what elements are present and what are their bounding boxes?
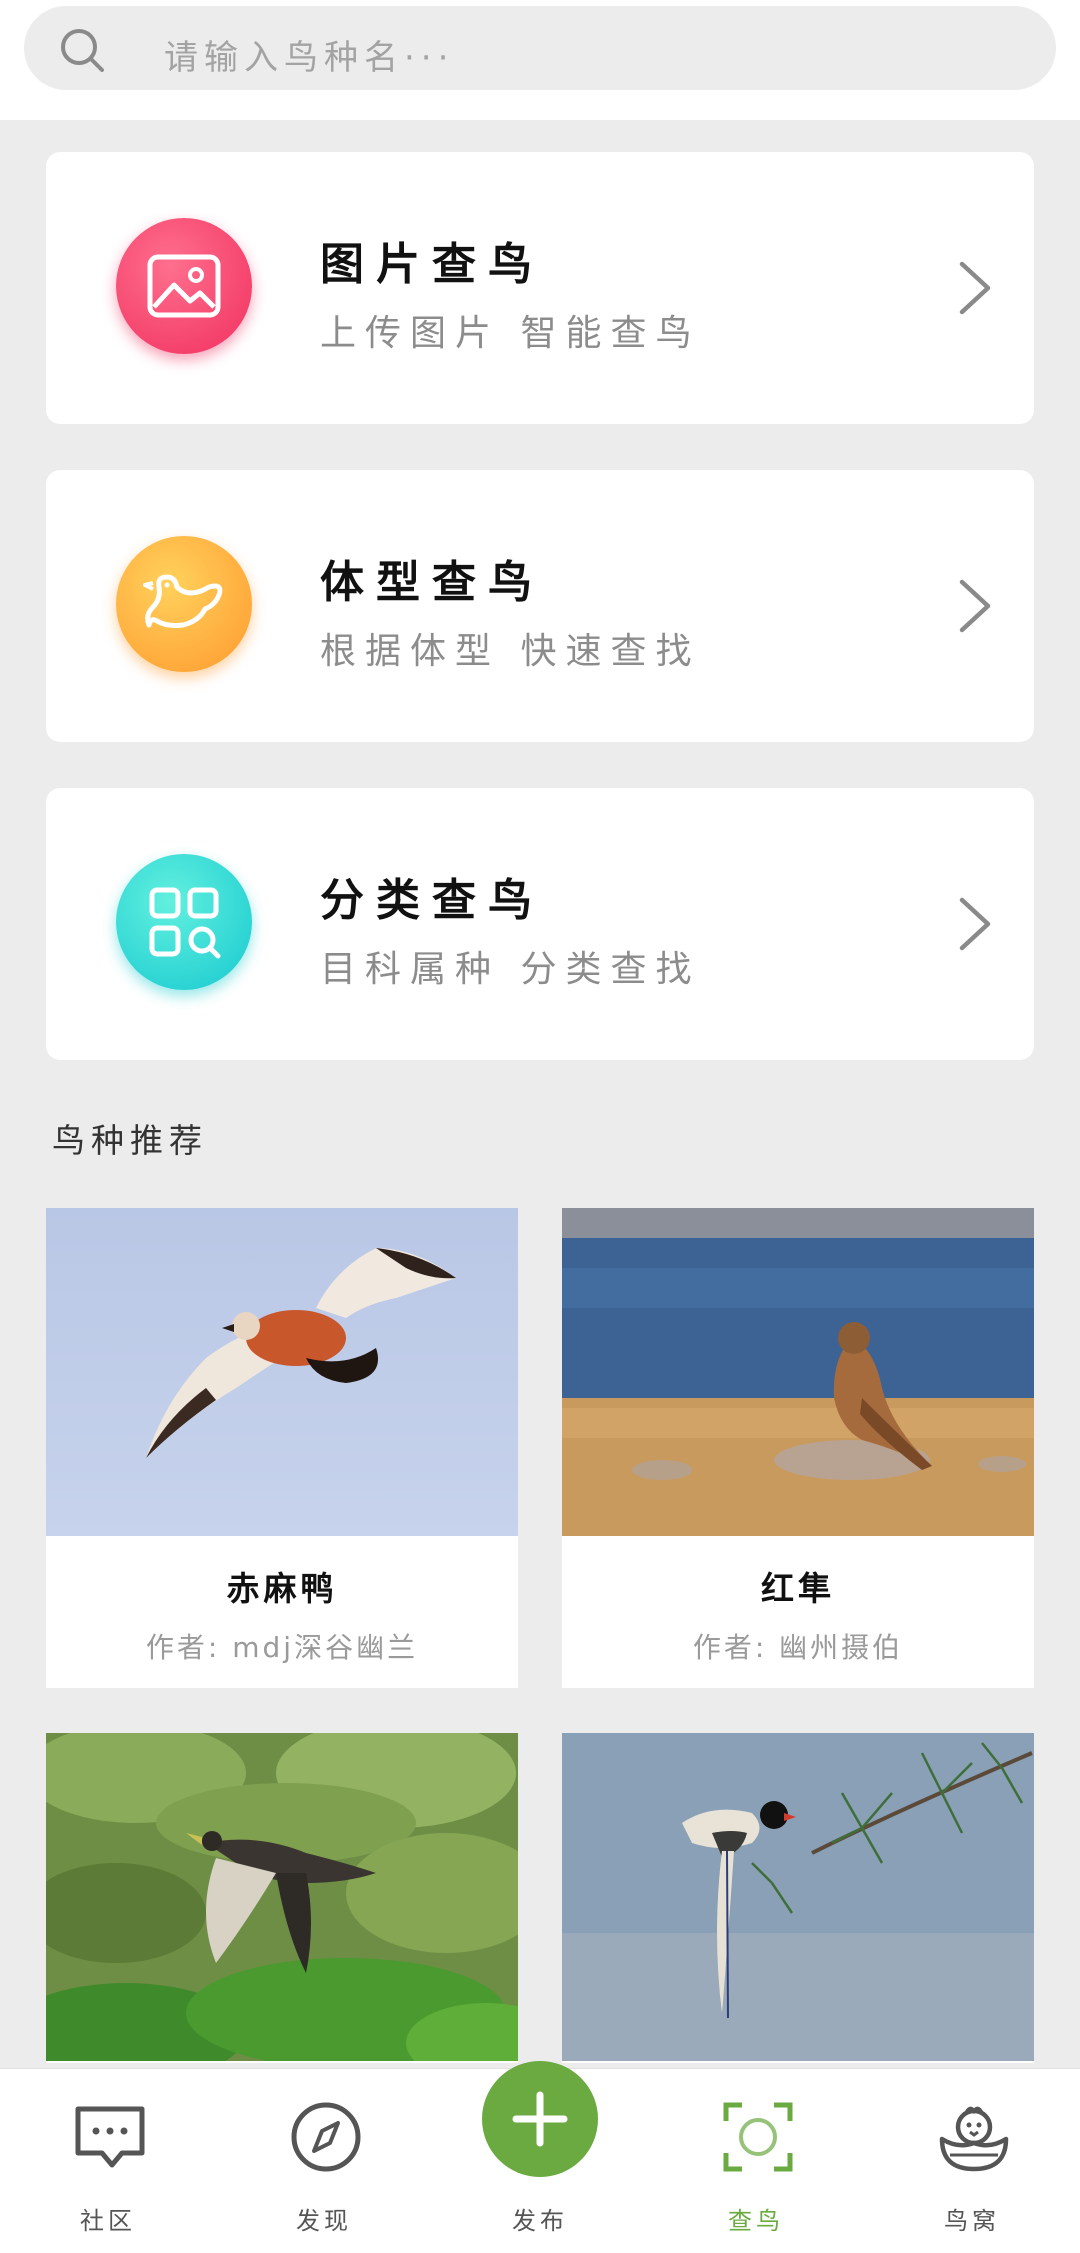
chevron-right-icon [959,579,991,633]
nav-label: 查鸟 [728,2207,784,2235]
nav-item-discover[interactable]: 发现 [216,2069,432,2253]
bird-name: 红隼 [761,1569,835,1608]
shape-lookup-card[interactable]: 体型查鸟 根据体型 快速查找 [46,470,1034,742]
bird-lookup-page: 请输入鸟种名··· 图片查鸟 上传图片 智能查鸟 体型查鸟 根据体型 快速查找 [0,0,1080,2253]
section-title-recommend: 鸟种推荐 [52,1121,208,1160]
category-grid-icon [116,854,252,990]
publish-button[interactable] [482,2061,598,2177]
card-subtitle: 目科属种 分类查找 [320,949,701,990]
bird-author: 作者: mdj深谷幽兰 [145,1631,419,1664]
category-lookup-card[interactable]: 分类查鸟 目科属种 分类查找 [46,788,1034,1060]
image-lookup-card[interactable]: 图片查鸟 上传图片 智能查鸟 [46,152,1034,424]
bird-nest-icon [939,2106,1009,2172]
bird-card[interactable]: 赤麻鸭 作者: mdj深谷幽兰 [46,1208,518,1688]
search-header: 请输入鸟种名··· [0,0,1080,120]
scan-icon [723,2102,793,2172]
nav-item-nest[interactable]: 鸟窝 [864,2069,1080,2253]
nav-label: 社区 [80,2207,136,2235]
nav-label: 鸟窝 [944,2207,1000,2235]
bird-photo [46,1208,518,1536]
image-icon [116,218,252,354]
nav-label: 发现 [296,2207,352,2235]
search-icon [61,29,104,72]
plus-icon [512,2091,568,2147]
chevron-right-icon [959,261,991,315]
nav-item-lookup[interactable]: 查鸟 [648,2069,864,2253]
bird-photo [562,1733,1034,2061]
bird-card[interactable]: 红隼 作者: 幽州摄伯 [562,1208,1034,1688]
nav-label: 发布 [512,2207,568,2235]
community-chat-icon [75,2106,145,2168]
card-title: 图片查鸟 [320,239,544,290]
bottom-nav: 社区 发现 发布 查鸟 鸟窝 [0,2061,1080,2253]
compass-icon [291,2102,361,2172]
nav-item-publish[interactable]: 发布 [432,2061,648,2253]
bird-author: 作者: 幽州摄伯 [692,1631,904,1664]
bird-name: 赤麻鸭 [226,1569,338,1608]
search-input[interactable]: 请输入鸟种名··· [24,6,1056,90]
card-subtitle: 根据体型 快速查找 [320,631,701,672]
bird-icon [116,536,252,672]
bird-photo [562,1208,1034,1536]
nav-item-community[interactable]: 社区 [0,2069,216,2253]
bird-photo [46,1733,518,2061]
search-placeholder: 请输入鸟种名··· [164,38,455,78]
bird-card[interactable] [562,1733,1034,2063]
card-title: 分类查鸟 [320,875,544,926]
card-subtitle: 上传图片 智能查鸟 [320,313,701,354]
bird-card[interactable] [46,1733,518,2063]
card-title: 体型查鸟 [320,557,544,608]
chevron-right-icon [959,897,991,951]
